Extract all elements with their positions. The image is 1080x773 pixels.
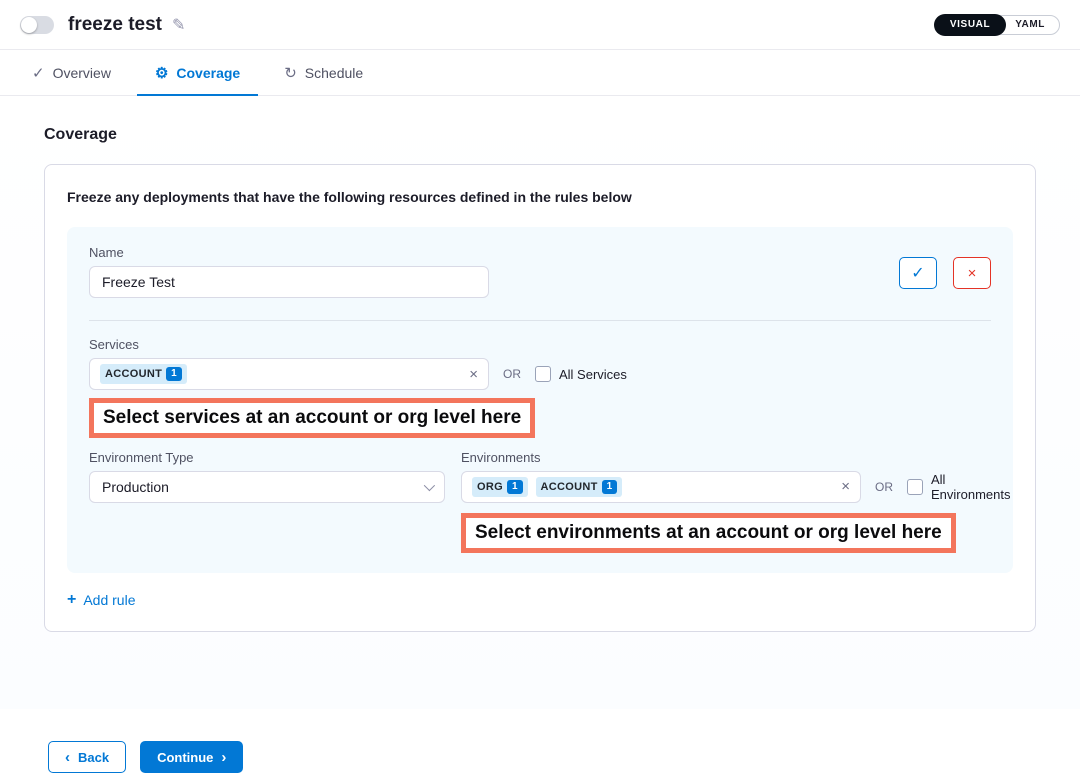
coverage-card: Freeze any deployments that have the fol… (44, 164, 1036, 632)
environment-tag-org-count: 1 (507, 480, 523, 494)
environment-tag-account-count: 1 (602, 480, 618, 494)
environment-type-group: Environment Type Production (89, 450, 445, 503)
delete-rule-button[interactable]: × (953, 257, 991, 289)
coverage-heading: Coverage (44, 96, 1036, 144)
top-bar: freeze test ✎ VISUAL YAML (0, 0, 1080, 50)
services-row: ACCOUNT 1 × OR All Services (89, 358, 991, 390)
environment-type-value: Production (102, 479, 169, 495)
toggle-knob (21, 17, 37, 33)
environments-input[interactable]: ORG 1 ACCOUNT 1 × (461, 471, 861, 503)
environment-tag-account-label: ACCOUNT (541, 481, 598, 493)
back-button-label: Back (78, 750, 109, 765)
environments-label: Environments (461, 450, 861, 465)
service-tag-label: ACCOUNT (105, 368, 162, 380)
chevron-left-icon: ‹ (65, 750, 70, 765)
all-services-checkbox[interactable] (535, 366, 551, 382)
mode-visual-button[interactable]: VISUAL (934, 14, 1006, 36)
tab-overview-label: Overview (53, 65, 111, 81)
all-environments-row: All Environments (907, 472, 1010, 502)
environment-tag-account: ACCOUNT 1 (536, 477, 623, 497)
environment-tag-org-label: ORG (477, 481, 503, 493)
service-tag-count: 1 (166, 367, 182, 381)
continue-button[interactable]: Continue › (140, 741, 243, 773)
plus-icon: + (67, 591, 76, 609)
visual-yaml-switch: VISUAL YAML (934, 14, 1060, 36)
tab-overview[interactable]: ✓ Overview (10, 50, 133, 95)
edit-title-icon[interactable]: ✎ (172, 15, 185, 35)
back-button[interactable]: ‹ Back (48, 741, 126, 773)
tab-schedule[interactable]: ↻ Schedule (262, 50, 385, 95)
footer: ‹ Back Continue › (0, 741, 1080, 773)
schedule-icon: ↻ (284, 64, 297, 82)
environments-clear-icon[interactable]: × (841, 478, 850, 495)
rule-editor-panel: Name ✓ × Services ACCOUNT 1 × (67, 227, 1013, 573)
chevron-down-icon (424, 480, 435, 491)
environments-group: Environments ORG 1 ACCOUNT 1 × (461, 450, 861, 503)
all-services-label: All Services (559, 367, 627, 382)
services-annotation: Select services at an account or org lev… (89, 398, 535, 438)
environment-type-select[interactable]: Production (89, 471, 445, 503)
tab-bar: ✓ Overview ⚙ Coverage ↻ Schedule (0, 50, 1080, 96)
rule-actions: ✓ × (899, 245, 991, 289)
continue-button-label: Continue (157, 750, 213, 765)
divider (89, 320, 991, 321)
environments-annotation: Select environments at an account or org… (461, 513, 956, 553)
tab-schedule-label: Schedule (305, 65, 363, 81)
environment-row: Environment Type Production Environments… (89, 450, 991, 503)
all-environments-label: All Environments (931, 472, 1010, 502)
gear-icon: ⚙ (155, 64, 168, 82)
service-tag: ACCOUNT 1 (100, 364, 187, 384)
tab-coverage-label: Coverage (176, 65, 240, 81)
services-input[interactable]: ACCOUNT 1 × (89, 358, 489, 390)
name-label: Name (89, 245, 489, 260)
rule-name-input[interactable] (89, 266, 489, 298)
freeze-enabled-toggle[interactable] (20, 16, 54, 34)
chevron-right-icon: › (221, 750, 226, 765)
environment-type-label: Environment Type (89, 450, 445, 465)
services-label: Services (89, 337, 991, 352)
check-icon: ✓ (32, 64, 45, 82)
add-rule-label: Add rule (83, 592, 135, 608)
all-environments-side: OR All Environments (861, 450, 1010, 503)
environments-or-text: OR (875, 480, 893, 494)
all-services-row: All Services (535, 366, 627, 382)
tab-coverage[interactable]: ⚙ Coverage (133, 50, 262, 95)
coverage-page: Coverage Freeze any deployments that hav… (0, 96, 1080, 709)
services-or-text: OR (503, 367, 521, 381)
page-title: freeze test (68, 14, 162, 36)
confirm-rule-button[interactable]: ✓ (899, 257, 937, 289)
environment-tag-org: ORG 1 (472, 477, 528, 497)
name-field-group: Name (89, 245, 489, 298)
services-clear-icon[interactable]: × (469, 366, 478, 383)
coverage-description: Freeze any deployments that have the fol… (67, 189, 1013, 205)
rule-name-row: Name ✓ × (89, 245, 991, 298)
add-rule-button[interactable]: + Add rule (67, 591, 136, 609)
all-environments-checkbox[interactable] (907, 479, 923, 495)
